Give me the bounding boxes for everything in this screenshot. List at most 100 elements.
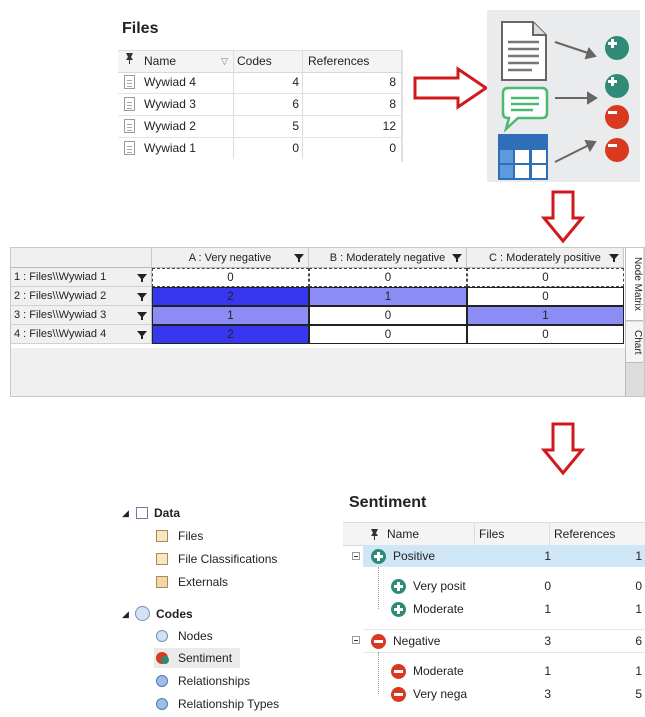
matrix-col-header[interactable]: B : Moderately negative — [309, 248, 467, 268]
files-title: Files — [122, 20, 159, 37]
file-codes: 0 — [292, 141, 299, 155]
sentiment-row-negative[interactable]: Negative 3 6 — [363, 629, 645, 653]
collapse-arrow-icon[interactable]: ◢ — [122, 604, 129, 624]
collapse-toggle-icon[interactable] — [352, 552, 360, 560]
matrix-row-header[interactable]: 2 : Files\\Wywiad 2 — [11, 287, 152, 306]
matrix-col-header[interactable]: A : Very negative — [152, 248, 309, 268]
sentiment-row-child[interactable]: Very posit 0 0 — [383, 575, 645, 597]
negative-icon — [391, 664, 406, 679]
row-files: 1 — [544, 549, 551, 563]
matrix-cell[interactable]: 0 — [467, 268, 624, 287]
sentiment-row-child[interactable]: Very nega 3 5 — [383, 683, 645, 705]
file-refs: 12 — [382, 119, 396, 133]
matrix-cell[interactable]: 2 — [152, 287, 309, 306]
negative-icon — [391, 687, 406, 702]
file-row[interactable]: Wywiad 2 5 12 — [118, 116, 403, 138]
file-classifications-icon — [156, 553, 168, 565]
filter-icon[interactable] — [137, 331, 147, 339]
tab-node-matrix[interactable]: Node Matrix — [626, 248, 643, 321]
matrix-corner — [11, 248, 152, 268]
collapse-arrow-icon[interactable]: ◢ — [122, 503, 129, 523]
matrix-side-tabs: Node Matrix Chart — [625, 248, 644, 396]
file-row[interactable]: Wywiad 3 6 8 — [118, 94, 403, 116]
matrix-cell[interactable]: 0 — [467, 287, 624, 306]
tree-item-nodes[interactable]: Nodes — [156, 626, 326, 646]
right-arrow-icon — [413, 66, 489, 110]
sentiment-panel: Sentiment Name Files References Positive… — [343, 488, 645, 717]
node-matrix: A : Very negative B : Moderately negativ… — [10, 247, 645, 397]
filter-icon[interactable] — [609, 254, 619, 262]
filter-icon[interactable] — [452, 254, 462, 262]
tree-item-file-classifications[interactable]: File Classifications — [156, 549, 326, 569]
tree-label: Sentiment — [178, 651, 233, 665]
tree-group-codes[interactable]: ◢ Codes — [122, 604, 322, 624]
column-references[interactable]: References — [308, 51, 388, 72]
sentiment-row-child[interactable]: Moderate 1 1 — [383, 660, 645, 682]
filter-icon[interactable] — [294, 254, 304, 262]
matrix-cell[interactable]: 1 — [309, 287, 467, 306]
file-name: Wywiad 4 — [144, 75, 196, 89]
document-icon — [124, 141, 135, 155]
file-refs: 8 — [389, 97, 396, 111]
filter-icon[interactable] — [137, 274, 147, 282]
tab-chart[interactable]: Chart — [626, 322, 643, 363]
row-refs: 6 — [635, 634, 642, 648]
row-label: Moderate — [413, 664, 464, 678]
files-icon — [156, 530, 168, 542]
connector-arrows — [554, 41, 598, 163]
relationship-types-icon — [156, 698, 168, 710]
matrix-row-header[interactable]: 1 : Files\\Wywiad 1 — [11, 268, 152, 287]
column-name[interactable]: Name — [387, 523, 467, 545]
tree-label: Relationship Types — [178, 697, 280, 711]
tree-label: Files — [178, 529, 204, 543]
matrix-cell[interactable]: 0 — [309, 325, 467, 344]
column-files[interactable]: Files — [479, 523, 549, 545]
filter-icon[interactable] — [137, 293, 147, 301]
document-icon — [124, 75, 135, 89]
data-icon — [136, 507, 148, 519]
tree-item-files[interactable]: Files — [156, 526, 326, 546]
column-references[interactable]: References — [554, 523, 644, 545]
matrix-row-header[interactable]: 3 : Files\\Wywiad 3 — [11, 306, 152, 325]
files-header-row: Name ▽ Codes References — [118, 50, 403, 73]
sentiment-header-row: Name Files References — [343, 522, 645, 546]
tree-item-externals[interactable]: Externals — [156, 572, 326, 592]
collapse-toggle-icon[interactable] — [352, 636, 360, 644]
matrix-cell[interactable]: 1 — [467, 306, 624, 325]
row-label: Moderate — [413, 602, 464, 616]
tree-group-data[interactable]: ◢ Data — [122, 503, 322, 523]
matrix-cell[interactable]: 0 — [152, 268, 309, 287]
row-refs: 1 — [635, 602, 642, 616]
row-files: 3 — [544, 634, 551, 648]
positive-icon — [391, 579, 406, 594]
matrix-cell[interactable]: 0 — [467, 325, 624, 344]
sentiment-title: Sentiment — [349, 494, 427, 511]
tree-item-sentiment[interactable]: Sentiment — [154, 648, 240, 668]
sentiment-row-positive[interactable]: Positive 1 1 — [363, 545, 645, 567]
tree-item-relationships[interactable]: Relationships — [156, 671, 326, 691]
matrix-empty-area — [11, 348, 629, 396]
row-refs: 1 — [635, 549, 642, 563]
tree-label: File Classifications — [178, 552, 278, 566]
row-files: 1 — [544, 664, 551, 678]
matrix-cell[interactable]: 2 — [152, 325, 309, 344]
file-row[interactable]: Wywiad 1 0 0 — [118, 138, 403, 159]
matrix-cell[interactable]: 0 — [309, 268, 467, 287]
matrix-col-header[interactable]: C : Moderately positive — [467, 248, 624, 268]
file-row[interactable]: Wywiad 4 4 8 — [118, 72, 403, 94]
sentiment-row-child[interactable]: Moderate 1 1 — [383, 598, 645, 620]
navigation-tree: ◢ Data Files File Classifications Extern… — [118, 500, 338, 717]
matrix-row-header[interactable]: 4 : Files\\Wywiad 4 — [11, 325, 152, 344]
tree-item-relationship-types[interactable]: Relationship Types — [156, 694, 326, 714]
column-codes[interactable]: Codes — [237, 51, 297, 72]
matrix-cell[interactable]: 0 — [309, 306, 467, 325]
filter-icon[interactable] — [137, 312, 147, 320]
matrix-cell[interactable]: 1 — [152, 306, 309, 325]
matrix-row-label: 1 : Files\\Wywiad 1 — [14, 271, 107, 283]
scrollbar[interactable] — [401, 50, 403, 162]
pin-icon[interactable] — [369, 523, 383, 545]
tree-label: Data — [154, 506, 181, 520]
filter-icon[interactable]: ▽ — [221, 51, 231, 72]
pin-icon[interactable] — [124, 51, 138, 72]
row-label: Positive — [393, 549, 436, 563]
